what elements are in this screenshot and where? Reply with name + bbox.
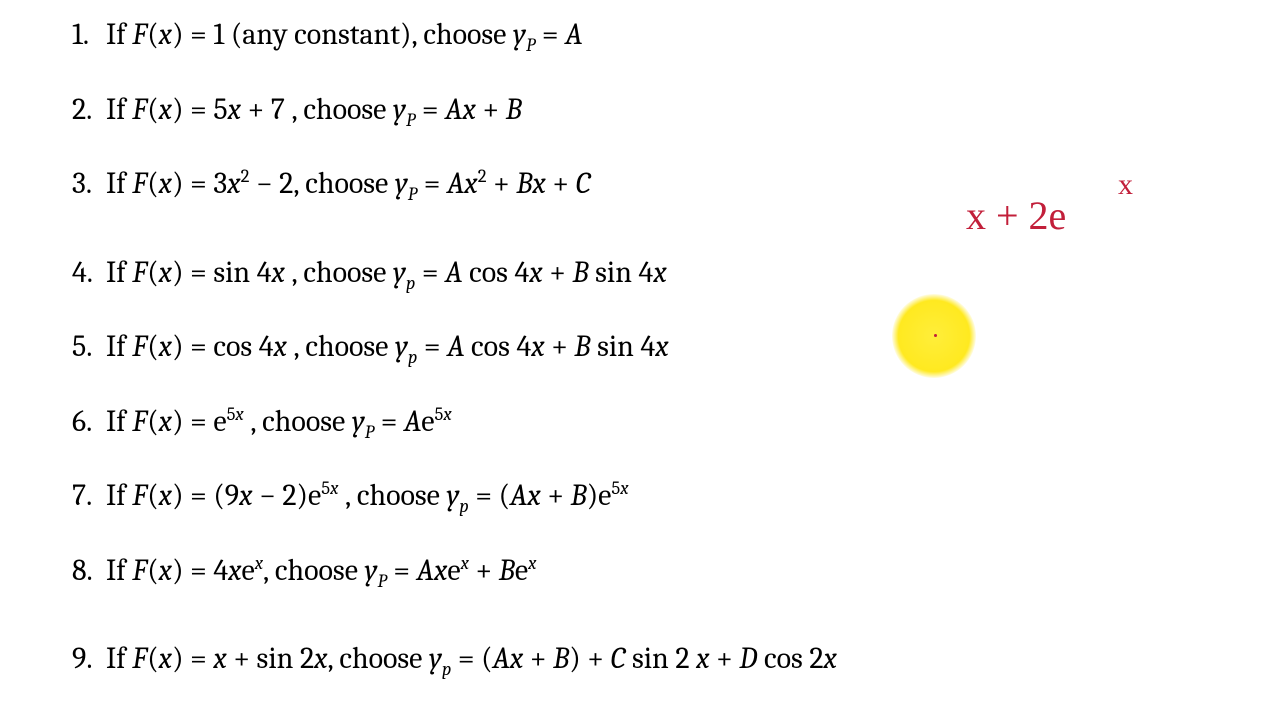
rhs-expression: (Ax + B)e5x bbox=[499, 478, 629, 513]
item-number: 9. bbox=[72, 642, 106, 677]
rhs-expression: A bbox=[565, 17, 582, 52]
word-if: If bbox=[106, 92, 132, 127]
lhs-expression: F(x) = e5x bbox=[132, 404, 250, 439]
word-choose: , choose bbox=[293, 166, 395, 201]
rules-list: 1. If F(x) = 1 (any constant), choose yP… bbox=[72, 18, 1280, 677]
y-particular: yp = bbox=[393, 255, 445, 290]
rhs-expression: A cos 4x + B sin 4x bbox=[447, 329, 669, 364]
item-number: 4. bbox=[72, 256, 106, 291]
y-particular: yP = bbox=[393, 92, 445, 127]
rule-1: 1. If F(x) = 1 (any constant), choose yP… bbox=[72, 18, 1280, 53]
word-choose: , choose bbox=[250, 404, 352, 439]
rhs-expression: (Ax + B) + C sin 2 x + D cos 2x bbox=[481, 641, 837, 676]
lhs-expression: F(x) = 4xex bbox=[132, 553, 263, 588]
rule-5: 5. If F(x) = cos 4x , choose yp = A cos … bbox=[72, 330, 1280, 365]
item-number: 3. bbox=[72, 167, 106, 202]
lhs-expression: F(x) = 1 (any constant) bbox=[132, 17, 411, 52]
handwritten-annotation-exponent: x bbox=[1118, 170, 1133, 200]
y-particular: yp = bbox=[395, 329, 447, 364]
word-if: If bbox=[106, 404, 132, 439]
lhs-expression: F(x) = 5x + 7 bbox=[132, 92, 291, 127]
rule-4: 4. If F(x) = sin 4x , choose yp = A cos … bbox=[72, 256, 1280, 291]
rule-2: 2. If F(x) = 5x + 7 , choose yP = Ax + B bbox=[72, 93, 1280, 128]
item-number: 7. bbox=[72, 479, 106, 514]
word-choose: , choose bbox=[328, 641, 430, 676]
word-if: If bbox=[106, 553, 132, 588]
word-choose: , choose bbox=[345, 478, 447, 513]
item-number: 8. bbox=[72, 554, 106, 589]
word-if: If bbox=[106, 17, 132, 52]
lhs-expression: F(x) = cos 4x bbox=[132, 329, 293, 364]
y-particular: yP = bbox=[395, 166, 447, 201]
cursor-dot bbox=[934, 334, 937, 337]
y-particular: yP = bbox=[513, 17, 565, 52]
item-number: 1. bbox=[72, 18, 106, 53]
rhs-expression: Axex + Bex bbox=[417, 553, 537, 588]
word-choose: , choose bbox=[294, 329, 396, 364]
rule-3: 3. If F(x) = 3x2 − 2, choose yP = Ax2 + … bbox=[72, 167, 1280, 202]
item-number: 5. bbox=[72, 330, 106, 365]
y-particular: yP = bbox=[352, 404, 404, 439]
rhs-expression: Ae5x bbox=[404, 404, 452, 439]
y-particular: yP = bbox=[365, 553, 417, 588]
lhs-expression: F(x) = sin 4x bbox=[132, 255, 291, 290]
word-if: If bbox=[106, 478, 132, 513]
word-choose: , choose bbox=[292, 255, 394, 290]
lhs-expression: F(x) = (9x − 2)e5x bbox=[132, 478, 345, 513]
rule-8: 8. If F(x) = 4xex, choose yP = Axex + Be… bbox=[72, 554, 1280, 589]
word-choose: , choose bbox=[412, 17, 514, 52]
y-particular: yp = bbox=[429, 641, 481, 676]
handwritten-annotation: x + 2e bbox=[966, 196, 1066, 236]
slide: 1. If F(x) = 1 (any constant), choose yP… bbox=[0, 0, 1280, 720]
rhs-expression: A cos 4x + B sin 4x bbox=[445, 255, 667, 290]
y-particular: yp = bbox=[446, 478, 498, 513]
item-number: 6. bbox=[72, 405, 106, 440]
word-if: If bbox=[106, 255, 132, 290]
word-if: If bbox=[106, 641, 132, 676]
rhs-expression: Ax + B bbox=[445, 92, 522, 127]
rule-6: 6. If F(x) = e5x , choose yP = Ae5x bbox=[72, 405, 1280, 440]
rhs-expression: Ax2 + Bx + C bbox=[447, 166, 591, 201]
word-choose: , choose bbox=[292, 92, 394, 127]
word-choose: , choose bbox=[263, 553, 365, 588]
word-if: If bbox=[106, 329, 132, 364]
rule-9: 9. If F(x) = x + sin 2x, choose yp = (Ax… bbox=[72, 642, 1280, 677]
rule-7: 7. If F(x) = (9x − 2)e5x , choose yp = (… bbox=[72, 479, 1280, 514]
item-number: 2. bbox=[72, 93, 106, 128]
lhs-expression: F(x) = x + sin 2x bbox=[132, 641, 327, 676]
lhs-expression: F(x) = 3x2 − 2 bbox=[132, 166, 293, 201]
word-if: If bbox=[106, 166, 132, 201]
